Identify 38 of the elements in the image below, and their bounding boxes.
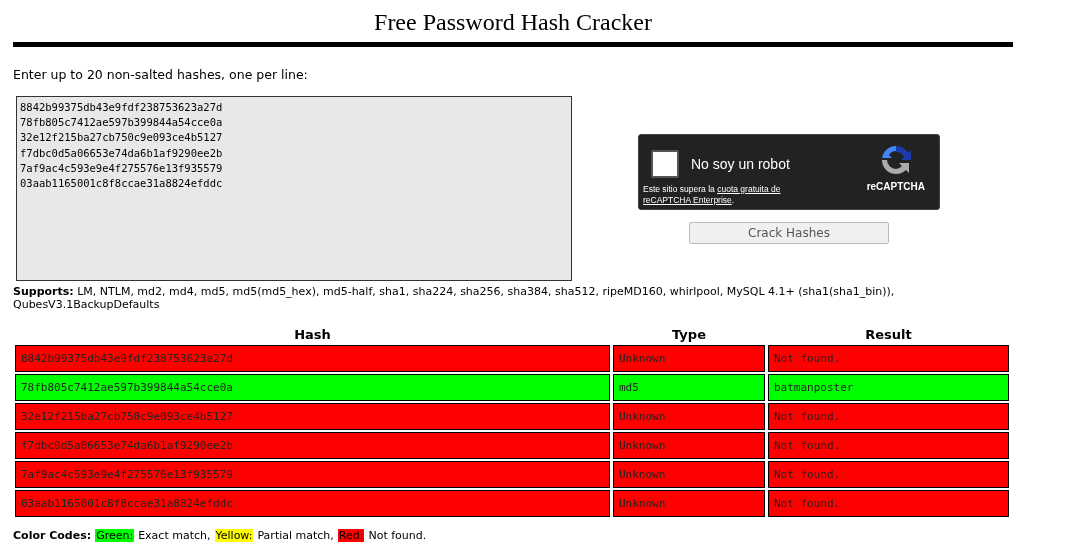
table-cell: batmanposter [768, 374, 1009, 401]
legend-label: Color Codes: [13, 529, 92, 542]
table-cell: Unknown [613, 461, 765, 488]
captcha-notice: Este sitio supera la cuota gratuita de reCAPTCHA Enterprise. [643, 184, 782, 206]
table-cell: 8842b99375db43e9fdf238753623a27d [15, 345, 610, 372]
table-cell: Unknown [613, 403, 765, 430]
column-header: Hash [293, 325, 332, 343]
table-cell: Unknown [613, 345, 765, 372]
legend-text: Partial match, [257, 529, 334, 542]
table-cell: 78fb805c7412ae597b399844a54cce0a [15, 374, 610, 401]
table-cell: Not found. [768, 403, 1009, 430]
table-cell: Not found. [768, 490, 1009, 517]
color-swatch: Green: [95, 529, 135, 542]
column-header: Result [864, 325, 913, 343]
table-cell: 7af9ac4c593e9e4f275576e13f935579 [15, 461, 610, 488]
legend-text: Not found. [368, 529, 427, 542]
checkbox[interactable] [651, 150, 679, 178]
input-label: Enter up to 20 non-salted hashes, one per line: [13, 67, 309, 82]
quota-link[interactable]: reCAPTCHA Enterprise [643, 195, 732, 205]
legend-text: Exact match, [138, 529, 211, 542]
table-cell: Not found. [768, 432, 1009, 459]
color-swatch: Yellow: [214, 529, 254, 542]
table-cell: f7dbc0d5a06653e74da6b1af9290ee2b [15, 432, 610, 459]
hash-input-field[interactable]: 8842b99375db43e9fdf238753623a27d 78fb805c7412ae597b399844a54cce0a 32e12f215ba27cb750c9e093ce4b5127 f7dbc0d5a06653e74da6b1af9290ee2b 7af9ac4c593e9e4f275576e13f935579 03aab1165001c8f8ccae31a8824efddc [16, 96, 572, 281]
recaptcha-brand: reCAPTCHA [866, 181, 925, 192]
table-cell: Unknown [613, 432, 765, 459]
checkbox-label: No soy un robot [691, 156, 790, 172]
supported-algorithms: Supports: LM, NTLM, md2, md4, md5, md5(md5_hex), md5-half, sha1, sha224, sha256, sha384, sha512, ripeMD160, whirlpool, MySQL 4.1+ (sha1(sha1_bin)), QubesV3.1BackupDefaults [13, 285, 896, 311]
table-cell: 03aab1165001c8f8ccae31a8824efddc [15, 490, 610, 517]
quota-link[interactable]: cuota gratuita de [717, 184, 781, 194]
table-cell: Not found. [768, 345, 1009, 372]
column-header: Type [671, 325, 707, 343]
table-cell: Unknown [613, 490, 765, 517]
color-swatch: Red: [337, 529, 365, 542]
table-cell: Not found. [768, 461, 1009, 488]
table-cell: md5 [613, 374, 765, 401]
table-cell: 32e12f215ba27cb750c9e093ce4b5127 [15, 403, 610, 430]
page-title: Free Password Hash Cracker [373, 8, 653, 36]
